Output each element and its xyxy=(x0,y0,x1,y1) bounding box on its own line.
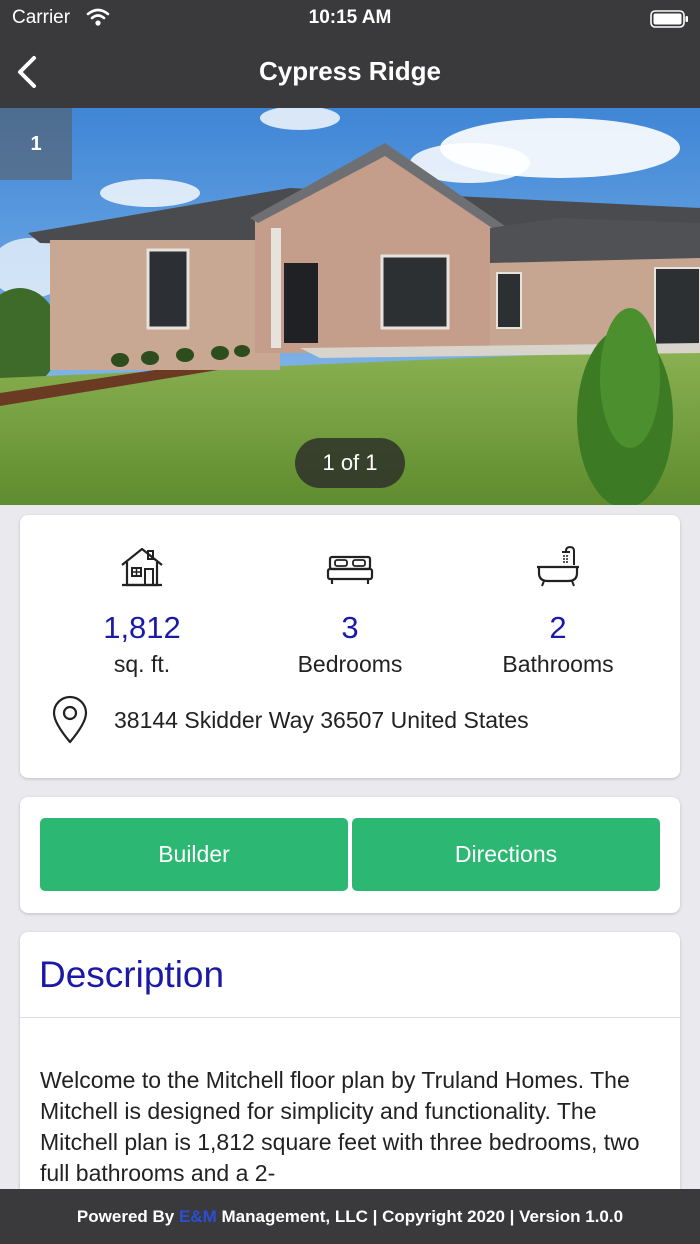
property-photo[interactable]: 1 1 of 1 xyxy=(0,108,700,505)
square-feet-value: 1,812 xyxy=(103,610,181,645)
footer-suffix: Management, LLC | Copyright 2020 | Versi… xyxy=(216,1207,624,1226)
directions-button[interactable]: Directions xyxy=(352,818,660,891)
navigation-bar: Cypress Ridge xyxy=(0,36,700,108)
builder-button[interactable]: Builder xyxy=(40,818,348,891)
status-bar: Carrier 10:15 AM xyxy=(0,0,700,36)
description-title: Description xyxy=(39,954,225,995)
photo-counter: 1 of 1 xyxy=(295,438,405,488)
bathrooms-value: 2 xyxy=(549,610,567,645)
divider xyxy=(20,1017,680,1018)
footer-prefix: Powered By xyxy=(76,1207,179,1226)
footer: Powered By E&M Management, LLC | Copyrig… xyxy=(0,1189,700,1244)
photo-index-badge: 1 xyxy=(0,108,72,180)
footer-brand-m: M xyxy=(202,1207,217,1226)
actions-card: Builder Directions xyxy=(20,797,680,913)
battery-icon xyxy=(650,9,690,35)
bedrooms-value: 3 xyxy=(341,610,359,645)
property-address: 38144 Skidder Way 36507 United States xyxy=(114,707,529,733)
property-stats-card: 1,812 sq. ft. 3 Bedrooms 2 Bathrooms 381… xyxy=(20,515,680,778)
bedrooms-label: Bedrooms xyxy=(297,651,403,677)
page-title: Cypress Ridge xyxy=(258,56,442,86)
bathrooms-label: Bathrooms xyxy=(502,651,614,677)
bed-icon xyxy=(326,543,374,591)
square-feet-label: sq. ft. xyxy=(113,651,171,677)
clock: 10:15 AM xyxy=(308,7,392,28)
location-pin-icon xyxy=(50,695,90,745)
house-icon xyxy=(118,543,166,591)
description-text: Welcome to the Mitchell floor plan by Tr… xyxy=(40,1067,640,1186)
footer-brand-e: E& xyxy=(178,1207,203,1226)
bathtub-icon xyxy=(534,543,582,591)
